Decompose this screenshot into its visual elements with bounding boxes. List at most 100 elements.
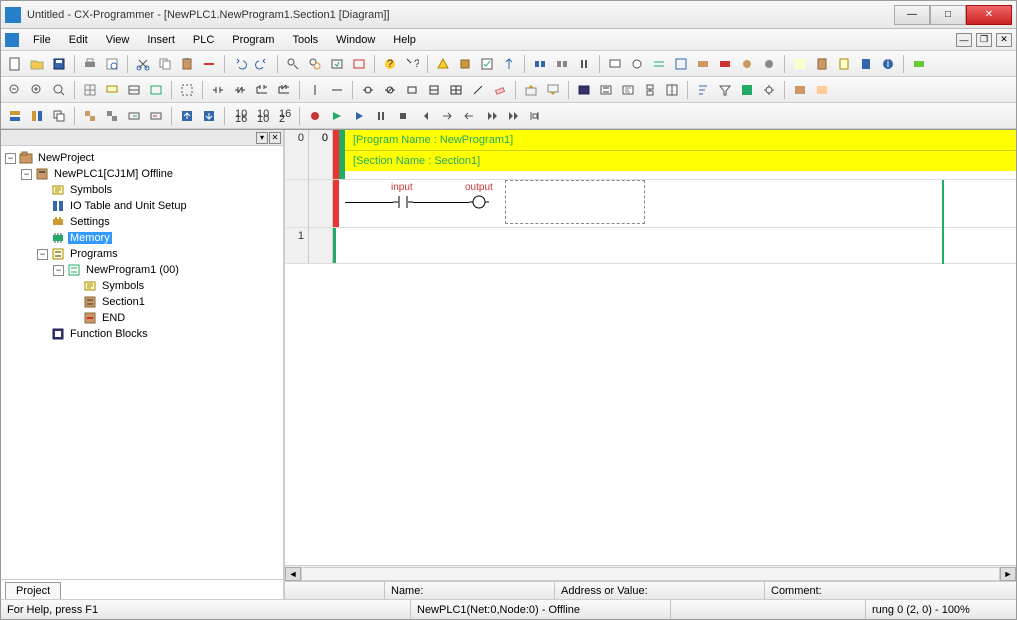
horizontal-scrollbar[interactable]: ◄ ►: [285, 565, 1016, 581]
fast-forward-button[interactable]: [503, 106, 523, 126]
coil-output[interactable]: [469, 194, 489, 213]
zoom-out-button[interactable]: [5, 80, 25, 100]
io-comment-button[interactable]: [693, 54, 713, 74]
view-mixed-button[interactable]: [662, 80, 682, 100]
sort-button[interactable]: [693, 80, 713, 100]
force-button[interactable]: [715, 54, 735, 74]
rung-up-button[interactable]: [521, 80, 541, 100]
online-button[interactable]: [530, 54, 550, 74]
cascade-button[interactable]: [49, 106, 69, 126]
maximize-button[interactable]: □: [930, 5, 966, 25]
undo-button[interactable]: [230, 54, 250, 74]
show-addresses-button[interactable]: [124, 80, 144, 100]
tree-settings[interactable]: Settings: [3, 214, 281, 230]
new-button[interactable]: [5, 54, 25, 74]
fb-button[interactable]: [446, 80, 466, 100]
save-button[interactable]: [49, 54, 69, 74]
contact-input[interactable]: [393, 194, 413, 213]
break-button[interactable]: [305, 106, 325, 126]
grid-button[interactable]: [80, 80, 100, 100]
contact-ornc-button[interactable]: [274, 80, 294, 100]
scroll-up-button[interactable]: [177, 106, 197, 126]
tab-project[interactable]: Project: [5, 582, 61, 599]
menu-file[interactable]: File: [25, 32, 59, 48]
zoom-in-button[interactable]: [27, 80, 47, 100]
verify-button[interactable]: [477, 54, 497, 74]
scroll-right-button[interactable]: ►: [1000, 567, 1016, 581]
prev-window-button[interactable]: [146, 106, 166, 126]
plc-status-button[interactable]: [812, 54, 832, 74]
rung-down-button[interactable]: [543, 80, 563, 100]
menu-window[interactable]: Window: [328, 32, 383, 48]
step-button[interactable]: [327, 106, 347, 126]
sidebar-pin-icon[interactable]: ▾: [256, 132, 268, 144]
tile-h-button[interactable]: [5, 106, 25, 126]
vertical-button[interactable]: [305, 80, 325, 100]
scroll-left-button[interactable]: ◄: [285, 567, 301, 581]
menu-help[interactable]: Help: [385, 32, 424, 48]
replace-button[interactable]: [305, 54, 325, 74]
tree-end[interactable]: END: [3, 310, 281, 326]
print-preview-button[interactable]: [102, 54, 122, 74]
project-tree[interactable]: − NewProject − NewPLC1[CJ1M] Offline Sym…: [1, 146, 283, 579]
tree-plc[interactable]: − NewPLC1[CJ1M] Offline: [3, 166, 281, 182]
help-button[interactable]: ?: [380, 54, 400, 74]
tree-programs[interactable]: − Programs: [3, 246, 281, 262]
line-button[interactable]: [468, 80, 488, 100]
paste-button[interactable]: [177, 54, 197, 74]
monitor-button[interactable]: [605, 54, 625, 74]
redo-button[interactable]: [252, 54, 272, 74]
address-ref-button[interactable]: [671, 54, 691, 74]
erase-button[interactable]: [490, 80, 510, 100]
close-button[interactable]: ✕: [966, 5, 1012, 25]
tree-funcblocks[interactable]: Function Blocks: [3, 326, 281, 342]
print-button[interactable]: [80, 54, 100, 74]
reset-button[interactable]: [759, 54, 779, 74]
simulation-button[interactable]: [909, 54, 929, 74]
cross-ref-button[interactable]: [649, 54, 669, 74]
delete-button[interactable]: [199, 54, 219, 74]
step-in-button[interactable]: [415, 106, 435, 126]
show-names-button[interactable]: [146, 80, 166, 100]
menu-insert[interactable]: Insert: [139, 32, 183, 48]
rung-1[interactable]: 1: [285, 228, 1016, 264]
mdi-close-button[interactable]: ✕: [996, 33, 1012, 47]
new-window-button[interactable]: [80, 106, 100, 126]
dec-button[interactable]: 1010: [252, 106, 272, 126]
tree-prog-symbols[interactable]: Symbols: [3, 278, 281, 294]
rung-body-empty[interactable]: [336, 228, 1016, 263]
tree-newprogram[interactable]: − NewProgram1 (00): [3, 262, 281, 278]
close-window-button[interactable]: [102, 106, 122, 126]
expand-icon[interactable]: −: [53, 265, 64, 276]
contact-no-button[interactable]: [208, 80, 228, 100]
filter-button[interactable]: [715, 80, 735, 100]
hex-button[interactable]: 1016: [230, 106, 250, 126]
next-window-button[interactable]: [124, 106, 144, 126]
compile-button[interactable]: [455, 54, 475, 74]
check-program-button[interactable]: [737, 80, 757, 100]
ladder-row[interactable]: input output: [345, 180, 1016, 220]
instruction-button[interactable]: [402, 80, 422, 100]
menu-program[interactable]: Program: [224, 32, 282, 48]
pause-debug-button[interactable]: [371, 106, 391, 126]
data-view-button[interactable]: [790, 80, 810, 100]
view-statement-button[interactable]: [618, 80, 638, 100]
watch-button[interactable]: [627, 54, 647, 74]
goto-button[interactable]: [349, 54, 369, 74]
menu-edit[interactable]: Edit: [61, 32, 96, 48]
zoom-fit-button[interactable]: [49, 80, 69, 100]
memory-card-button[interactable]: [856, 54, 876, 74]
run-button[interactable]: [349, 106, 369, 126]
struct-view-button[interactable]: [812, 80, 832, 100]
continue-button[interactable]: [481, 106, 501, 126]
scroll-track[interactable]: [301, 567, 1000, 581]
menu-view[interactable]: View: [98, 32, 138, 48]
set-button[interactable]: [737, 54, 757, 74]
find-button[interactable]: [283, 54, 303, 74]
show-comments-button[interactable]: [102, 80, 122, 100]
menu-plc[interactable]: PLC: [185, 32, 222, 48]
context-help-button[interactable]: ?: [402, 54, 422, 74]
bin-button[interactable]: 162: [274, 106, 294, 126]
reset-debug-button[interactable]: [525, 106, 545, 126]
expand-icon[interactable]: −: [21, 169, 32, 180]
